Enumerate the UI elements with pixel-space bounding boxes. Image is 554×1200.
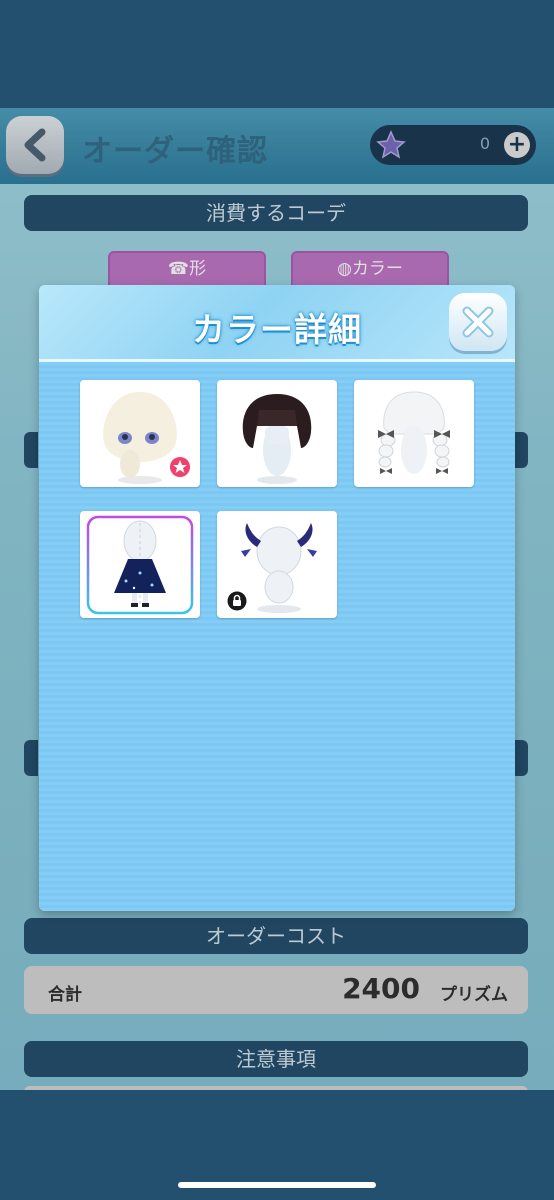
- modal-header: カラー詳細: [39, 285, 515, 362]
- item-hair-braids[interactable]: [354, 380, 474, 487]
- white-braided-hair-icon: [378, 391, 450, 474]
- modal-body: [39, 362, 515, 911]
- modal-title: カラー詳細: [192, 310, 362, 349]
- lock-badge-icon: [227, 591, 247, 611]
- item-outfit-starry-dress[interactable]: [80, 511, 200, 618]
- item-accessory-horns[interactable]: [217, 511, 337, 618]
- close-button[interactable]: [449, 293, 507, 351]
- starry-dress-outfit-icon: [86, 515, 194, 615]
- item-head[interactable]: [80, 380, 200, 487]
- close-icon: [462, 306, 494, 338]
- star-badge-icon: [170, 457, 190, 477]
- item-hair-bob[interactable]: [217, 380, 337, 487]
- color-detail-modal: カラー詳細: [39, 285, 515, 911]
- home-indicator: [178, 1182, 376, 1188]
- black-bob-hair-icon: [242, 394, 312, 484]
